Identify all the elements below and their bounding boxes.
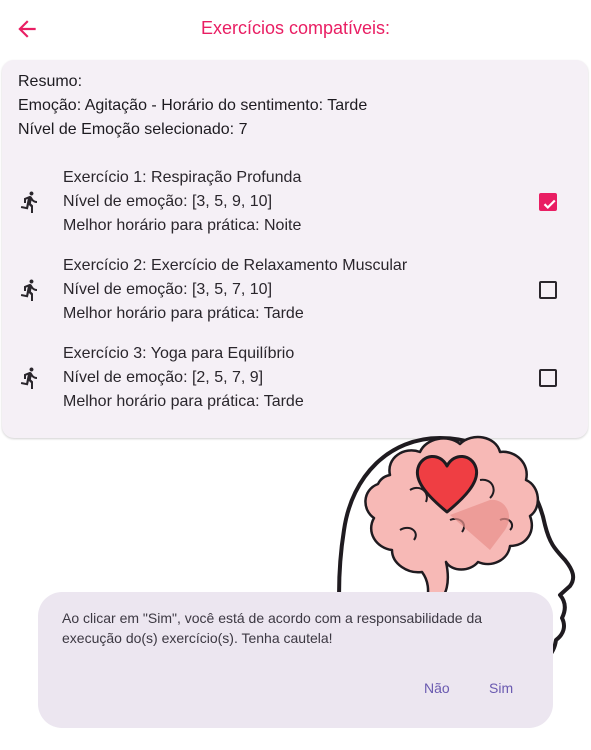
exercise-checkbox-2[interactable] <box>539 281 557 299</box>
summary-emotion: Emoção: Agitação - Horário do sentimento… <box>18 97 368 114</box>
exercise-best-time: Melhor horário para prática: Tarde <box>63 393 304 410</box>
exercise-checkbox-3[interactable] <box>539 369 557 387</box>
running-person-icon <box>18 366 42 390</box>
exercise-item-3[interactable]: Exercício 3: Yoga para Equilíbrio Nível … <box>2 336 588 420</box>
exercise-title: Exercício 3: Yoga para Equilíbrio <box>63 345 295 362</box>
yes-button[interactable]: Sim <box>481 676 521 700</box>
summary-heading: Resumo: <box>18 73 83 90</box>
page-title: Exercícios compatíveis: <box>200 18 391 38</box>
exercise-item-2[interactable]: Exercício 2: Exercício de Relaxamento Mu… <box>2 248 588 332</box>
exercise-title: Exercício 2: Exercício de Relaxamento Mu… <box>63 257 408 274</box>
summary-section: Resumo: Emoção: Agitação - Horário do se… <box>18 70 367 142</box>
exercise-levels: Nível de emoção: [3, 5, 9, 10] <box>63 193 273 210</box>
summary-level: Nível de Emoção selecionado: 7 <box>18 121 248 138</box>
exercises-card: Resumo: Emoção: Agitação - Horário do se… <box>2 60 588 438</box>
exercise-text: Exercício 2: Exercício de Relaxamento Mu… <box>63 254 407 326</box>
dialog-message: Ao clicar em "Sim", você está de acordo … <box>62 610 483 646</box>
exercise-levels: Nível de emoção: [3, 5, 7, 10] <box>63 281 273 298</box>
exercise-title: Exercício 1: Respiração Profunda <box>63 169 302 186</box>
exercise-best-time: Melhor horário para prática: Noite <box>63 217 302 234</box>
exercise-checkbox-1[interactable] <box>539 193 557 211</box>
exercise-levels: Nível de emoção: [2, 5, 7, 9] <box>63 369 264 386</box>
check-icon <box>543 199 556 210</box>
running-person-icon <box>18 190 42 214</box>
exercise-item-1[interactable]: Exercício 1: Respiração Profunda Nível d… <box>2 160 588 244</box>
no-button[interactable]: Não <box>416 676 458 700</box>
exercise-best-time: Melhor horário para prática: Tarde <box>63 305 304 322</box>
confirmation-dialog: Ao clicar em "Sim", você está de acordo … <box>38 592 553 728</box>
exercise-text: Exercício 1: Respiração Profunda Nível d… <box>63 166 301 238</box>
app-bar: Exercícios compatíveis: <box>0 0 591 58</box>
exercise-text: Exercício 3: Yoga para Equilíbrio Nível … <box>63 342 304 414</box>
running-person-icon <box>18 278 42 302</box>
